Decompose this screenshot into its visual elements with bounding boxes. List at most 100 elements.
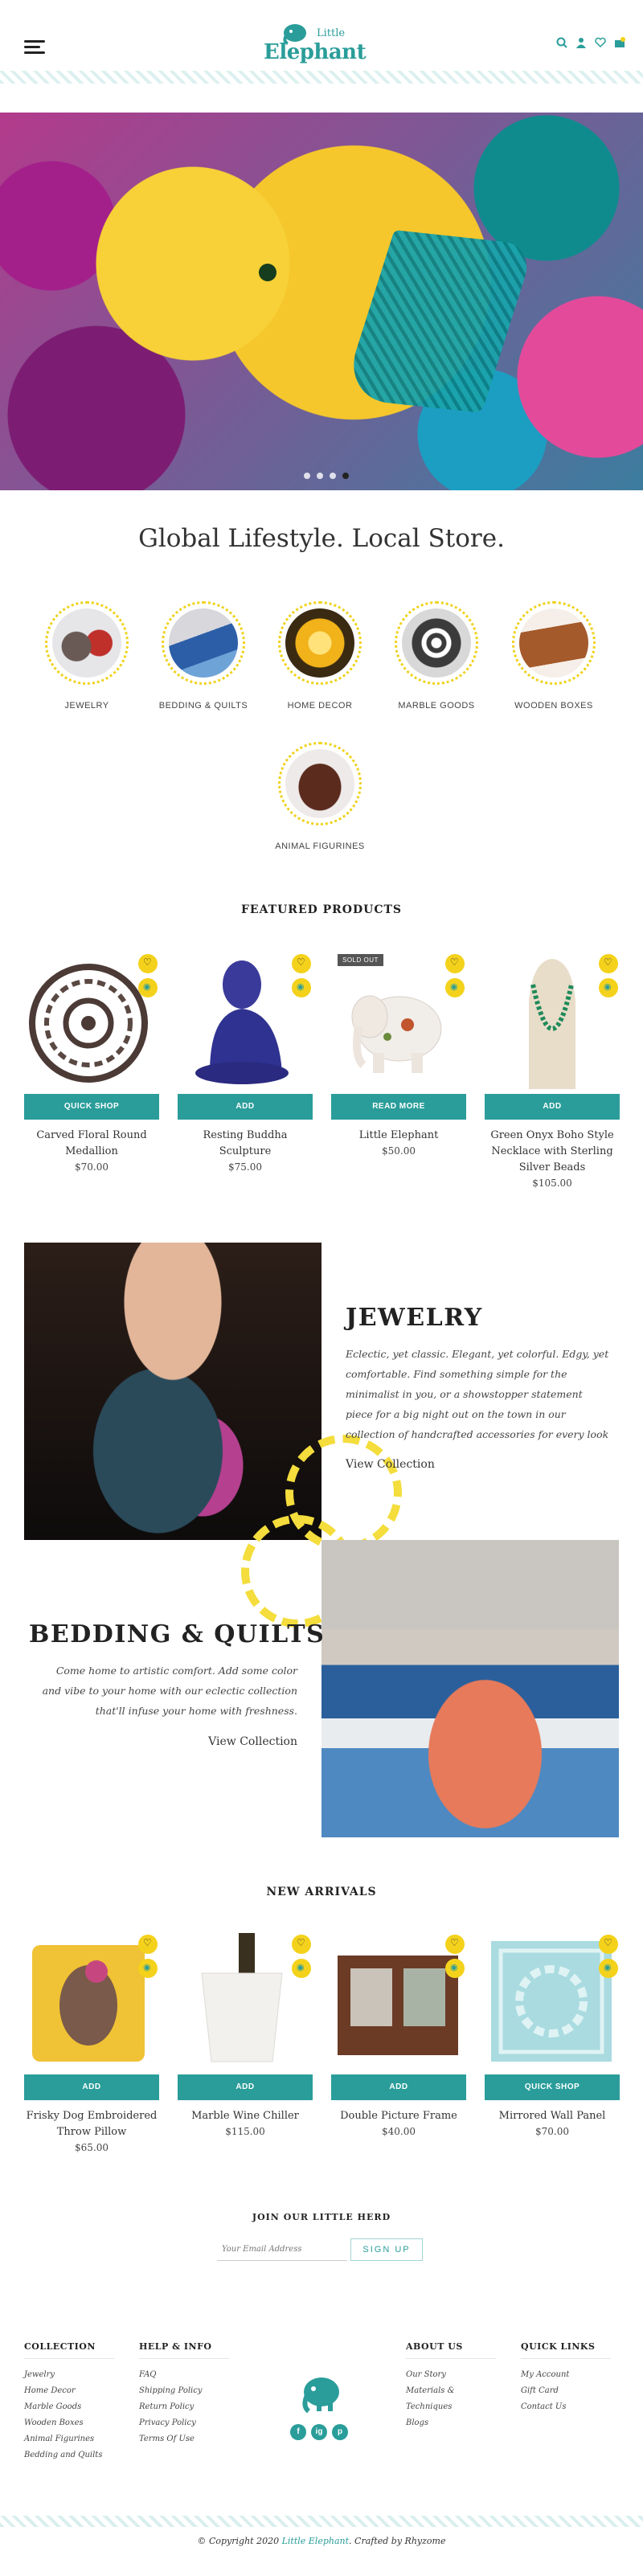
picture-frame-image — [338, 1956, 458, 2055]
category-image — [162, 601, 245, 685]
quick-view-icon[interactable] — [445, 978, 465, 997]
social-links: f ig p — [290, 2424, 348, 2440]
add-button[interactable]: Add — [178, 2074, 313, 2100]
product-name[interactable]: Carved Floral Round Medallion — [24, 1128, 159, 1160]
product-image[interactable] — [178, 952, 313, 1089]
copyright: © Copyright 2020 Little Elephant. Crafte… — [0, 2536, 643, 2546]
footer-link[interactable]: Wooden Boxes — [24, 2415, 114, 2431]
footer-link[interactable]: My Account — [521, 2367, 611, 2383]
footer-link[interactable]: Marble Goods — [24, 2399, 114, 2415]
category-animal-figurines[interactable]: Animal Figurines — [260, 742, 380, 851]
menu-icon[interactable] — [24, 40, 45, 57]
quick-view-icon[interactable] — [138, 978, 158, 997]
read-more-button[interactable]: Read More — [331, 1094, 466, 1120]
quick-view-icon[interactable] — [292, 978, 311, 997]
heart-icon[interactable] — [595, 37, 606, 48]
category-image — [45, 601, 129, 685]
jewelry-title: JEWELRY — [346, 1304, 483, 1332]
add-button[interactable]: Add — [485, 1094, 620, 1120]
category-jewelry[interactable]: Jewelry — [27, 601, 147, 711]
category-home-decor[interactable]: Home Decor — [260, 601, 380, 711]
product-image[interactable] — [24, 952, 159, 1089]
bedding-description: Come home to artistic comfort. Add some … — [42, 1665, 297, 1717]
product-image[interactable] — [485, 952, 620, 1089]
footer-link[interactable]: Our Story — [406, 2367, 496, 2383]
add-button[interactable]: Add — [178, 1094, 313, 1120]
product-image[interactable] — [331, 1933, 466, 2070]
quick-view-icon[interactable] — [599, 1959, 618, 1978]
product-price: $105.00 — [532, 1177, 572, 1189]
wishlist-icon[interactable] — [138, 1935, 158, 1954]
copyright-brand-link[interactable]: Little Elephant — [282, 2536, 349, 2546]
footer-link[interactable]: Return Policy — [139, 2399, 229, 2415]
sign-up-button[interactable]: SIGN UP — [350, 2238, 423, 2261]
carousel-dot[interactable] — [304, 473, 310, 479]
new-arrivals-title: NEW ARRIVALS — [266, 1886, 377, 1898]
user-icon[interactable] — [575, 37, 587, 48]
footer-link[interactable]: Jewelry — [24, 2367, 114, 2383]
footer-heading: HELP & INFO — [139, 2341, 229, 2359]
product-name[interactable]: Frisky Dog Embroidered Throw Pillow — [24, 2108, 159, 2140]
search-icon[interactable] — [556, 37, 567, 48]
carousel-dot[interactable] — [317, 473, 323, 479]
product-name[interactable]: Double Picture Frame — [331, 2108, 466, 2124]
footer-link[interactable]: Home Decor — [24, 2383, 114, 2399]
footer-link[interactable]: Shipping Policy — [139, 2383, 229, 2399]
product-name[interactable]: Little Elephant — [331, 1128, 466, 1144]
footer-link[interactable]: Contact Us — [521, 2399, 611, 2415]
jewelry-view-collection-link[interactable]: View Collection — [346, 1458, 435, 1471]
copyright-suffix: . Crafted by Rhyzome — [349, 2536, 446, 2546]
cart-icon[interactable] — [614, 37, 625, 48]
jewelry-image — [24, 1243, 322, 1540]
product-card: Add Double Picture Frame $40.00 — [331, 1933, 466, 2137]
facebook-icon[interactable]: f — [290, 2424, 306, 2440]
pinterest-icon[interactable]: p — [332, 2424, 348, 2440]
product-image[interactable] — [178, 1933, 313, 2070]
product-name[interactable]: Resting Buddha Sculpture — [178, 1128, 313, 1160]
product-name[interactable]: Marble Wine Chiller — [178, 2108, 313, 2124]
product-image[interactable] — [485, 1933, 620, 2070]
quick-shop-button[interactable]: Quick Shop — [485, 2074, 620, 2100]
logo-main-text: Elephant — [264, 40, 367, 64]
email-input[interactable] — [217, 2238, 347, 2261]
bedding-view-collection-link[interactable]: View Collection — [161, 1735, 297, 1748]
add-button[interactable]: Add — [331, 2074, 466, 2100]
wishlist-icon[interactable] — [445, 954, 465, 973]
add-button[interactable]: Add — [24, 2074, 159, 2100]
logo-small-text: Little — [317, 27, 346, 39]
wishlist-icon[interactable] — [138, 954, 158, 973]
footer-link[interactable]: Privacy Policy — [139, 2415, 229, 2431]
footer-link[interactable]: Terms Of Use — [139, 2431, 229, 2447]
category-wooden-boxes[interactable]: Wooden Boxes — [494, 601, 614, 711]
footer-link[interactable]: Animal Figurines — [24, 2431, 114, 2447]
product-name[interactable]: Green Onyx Boho Style Necklace with Ster… — [485, 1128, 620, 1176]
header-pattern-band — [0, 71, 643, 84]
quick-view-icon[interactable] — [599, 978, 618, 997]
footer-link[interactable]: Bedding and Quilts — [24, 2447, 114, 2463]
wishlist-icon[interactable] — [445, 1935, 465, 1954]
product-price: $50.00 — [382, 1145, 416, 1157]
product-price: $65.00 — [75, 2142, 109, 2153]
quick-view-icon[interactable] — [445, 1959, 465, 1978]
quick-shop-button[interactable]: Quick Shop — [24, 1094, 159, 1120]
wishlist-icon[interactable] — [292, 1935, 311, 1954]
site-logo[interactable]: Little Elephant — [264, 18, 367, 64]
instagram-icon[interactable]: ig — [311, 2424, 327, 2440]
footer-pattern-band — [0, 2516, 643, 2527]
footer-link[interactable]: Blogs — [406, 2415, 496, 2431]
product-image[interactable]: SOLD OUT — [331, 952, 466, 1089]
quick-view-icon[interactable] — [292, 1959, 311, 1978]
footer-link[interactable]: FAQ — [139, 2367, 229, 2383]
wishlist-icon[interactable] — [599, 1935, 618, 1954]
wishlist-icon[interactable] — [292, 954, 311, 973]
category-bedding[interactable]: Bedding & Quilts — [143, 601, 264, 711]
footer-link[interactable]: Materials & Techniques — [406, 2383, 470, 2415]
product-name[interactable]: Mirrored Wall Panel — [485, 2108, 620, 2124]
category-marble[interactable]: Marble Goods — [376, 601, 497, 711]
quick-view-icon[interactable] — [138, 1959, 158, 1978]
wishlist-icon[interactable] — [599, 954, 618, 973]
carousel-dot-active[interactable] — [342, 473, 349, 479]
footer-link[interactable]: Gift Card — [521, 2383, 611, 2399]
carousel-dot[interactable] — [330, 473, 336, 479]
product-image[interactable] — [24, 1933, 159, 2070]
